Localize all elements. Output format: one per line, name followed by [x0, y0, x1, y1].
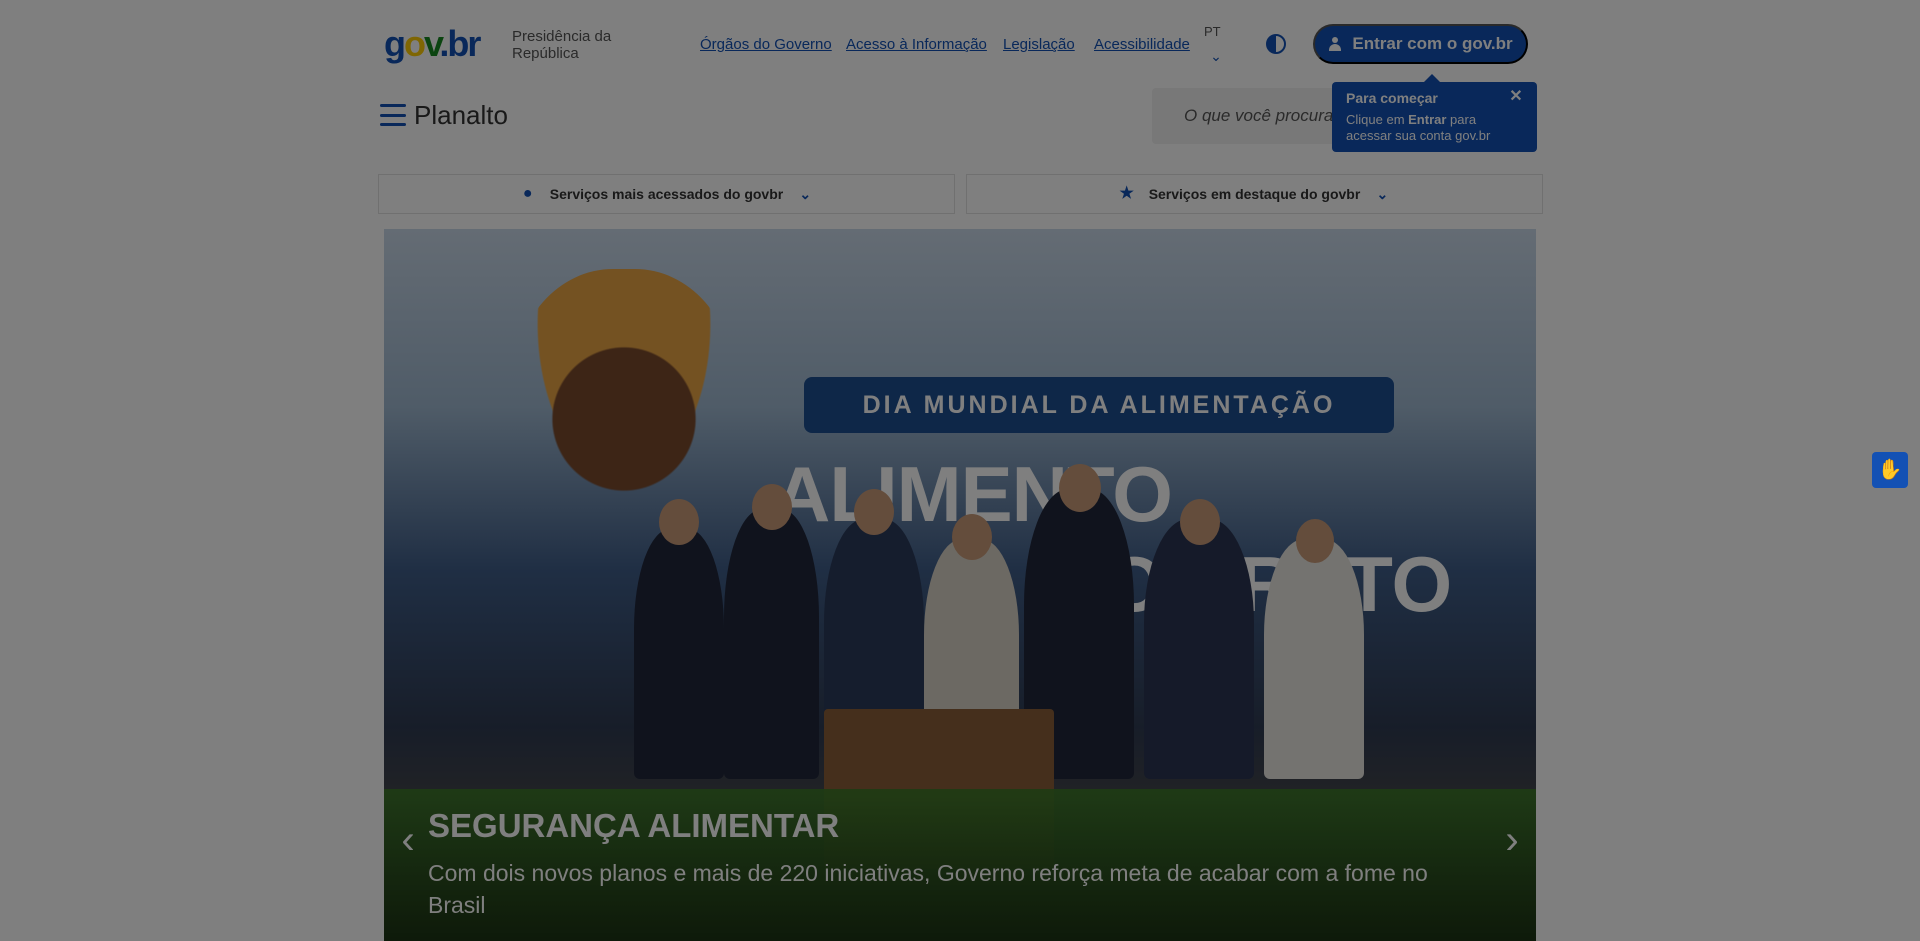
chevron-down-icon: ⌄: [799, 186, 812, 202]
slide-banner-text: DIA MUNDIAL DA ALIMENTAÇÃO: [804, 377, 1394, 433]
nav-legislacao-link[interactable]: Legislação: [1003, 36, 1075, 53]
login-button[interactable]: Entrar com o gov.br: [1313, 24, 1528, 64]
star-icon: ★: [1119, 185, 1134, 202]
govbr-logo-link[interactable]: gov.br: [384, 24, 496, 64]
services-most-accessed-button[interactable]: ● Serviços mais acessados do govbr ⌄: [378, 174, 955, 214]
org-presidencia-link[interactable]: Presidência da República: [512, 28, 672, 62]
site-header: gov.br Presidência da República Órgãos d…: [0, 0, 1920, 160]
page: gov.br Presidência da República Órgãos d…: [0, 0, 1920, 941]
services-most-accessed-label: Serviços mais acessados do govbr: [549, 186, 784, 202]
logo-letter-v: v: [424, 23, 441, 64]
tooltip-title: Para começar: [1346, 90, 1438, 106]
previous-slide-button[interactable]: ‹: [394, 817, 422, 863]
language-chevron-down-icon[interactable]: ⌄: [1204, 48, 1228, 68]
nav-orgaos-link[interactable]: Órgãos do Governo: [700, 36, 832, 53]
language-label: PT: [1204, 24, 1221, 39]
services-featured-label: Serviços em destaque do govbr: [1148, 186, 1361, 202]
vlibras-accessibility-icon[interactable]: ✋: [1872, 452, 1908, 488]
menu-icon[interactable]: [380, 104, 406, 126]
services-featured-button[interactable]: ★ Serviços em destaque do govbr ⌄: [966, 174, 1543, 214]
next-slide-button[interactable]: ›: [1498, 817, 1526, 863]
logo-letter-o: o: [404, 23, 426, 64]
chevron-down-icon: ⌄: [1376, 186, 1389, 202]
slide-caption-subtitle[interactable]: Com dois novos planos e mais de 220 inic…: [428, 857, 1468, 921]
carousel-next-slide-link[interactable]: [1584, 229, 1920, 941]
tooltip-text-bold: Entrar: [1408, 112, 1447, 127]
slide-caption-title[interactable]: SEGURANÇA ALIMENTAR: [428, 807, 839, 845]
contrast-toggle-icon[interactable]: [1266, 34, 1286, 54]
nav-acessibilidade-link[interactable]: Acessibilidade: [1094, 36, 1190, 53]
hero-carousel: DIA MUNDIAL DA ALIMENTAÇÃO ALIMENTO O PR…: [384, 229, 1536, 941]
tooltip-close-icon[interactable]: ✕: [1507, 88, 1525, 106]
nav-acesso-informacao-link[interactable]: Acesso à Informação: [846, 36, 987, 53]
carousel-prev-slide-link[interactable]: [0, 229, 336, 941]
flame-icon: ●: [522, 185, 533, 202]
site-name-link[interactable]: Planalto: [414, 100, 508, 131]
user-icon: [1328, 37, 1342, 51]
logo-letter-g: g: [384, 23, 406, 64]
tooltip-text-start: Clique em: [1346, 112, 1409, 127]
tooltip-text: Clique em Entrar para acessar sua conta …: [1346, 112, 1523, 144]
login-button-label: Entrar com o gov.br: [1352, 34, 1513, 53]
back-to-top-link[interactable]: [1856, 876, 1904, 924]
logo-letters-br: br: [447, 23, 481, 64]
